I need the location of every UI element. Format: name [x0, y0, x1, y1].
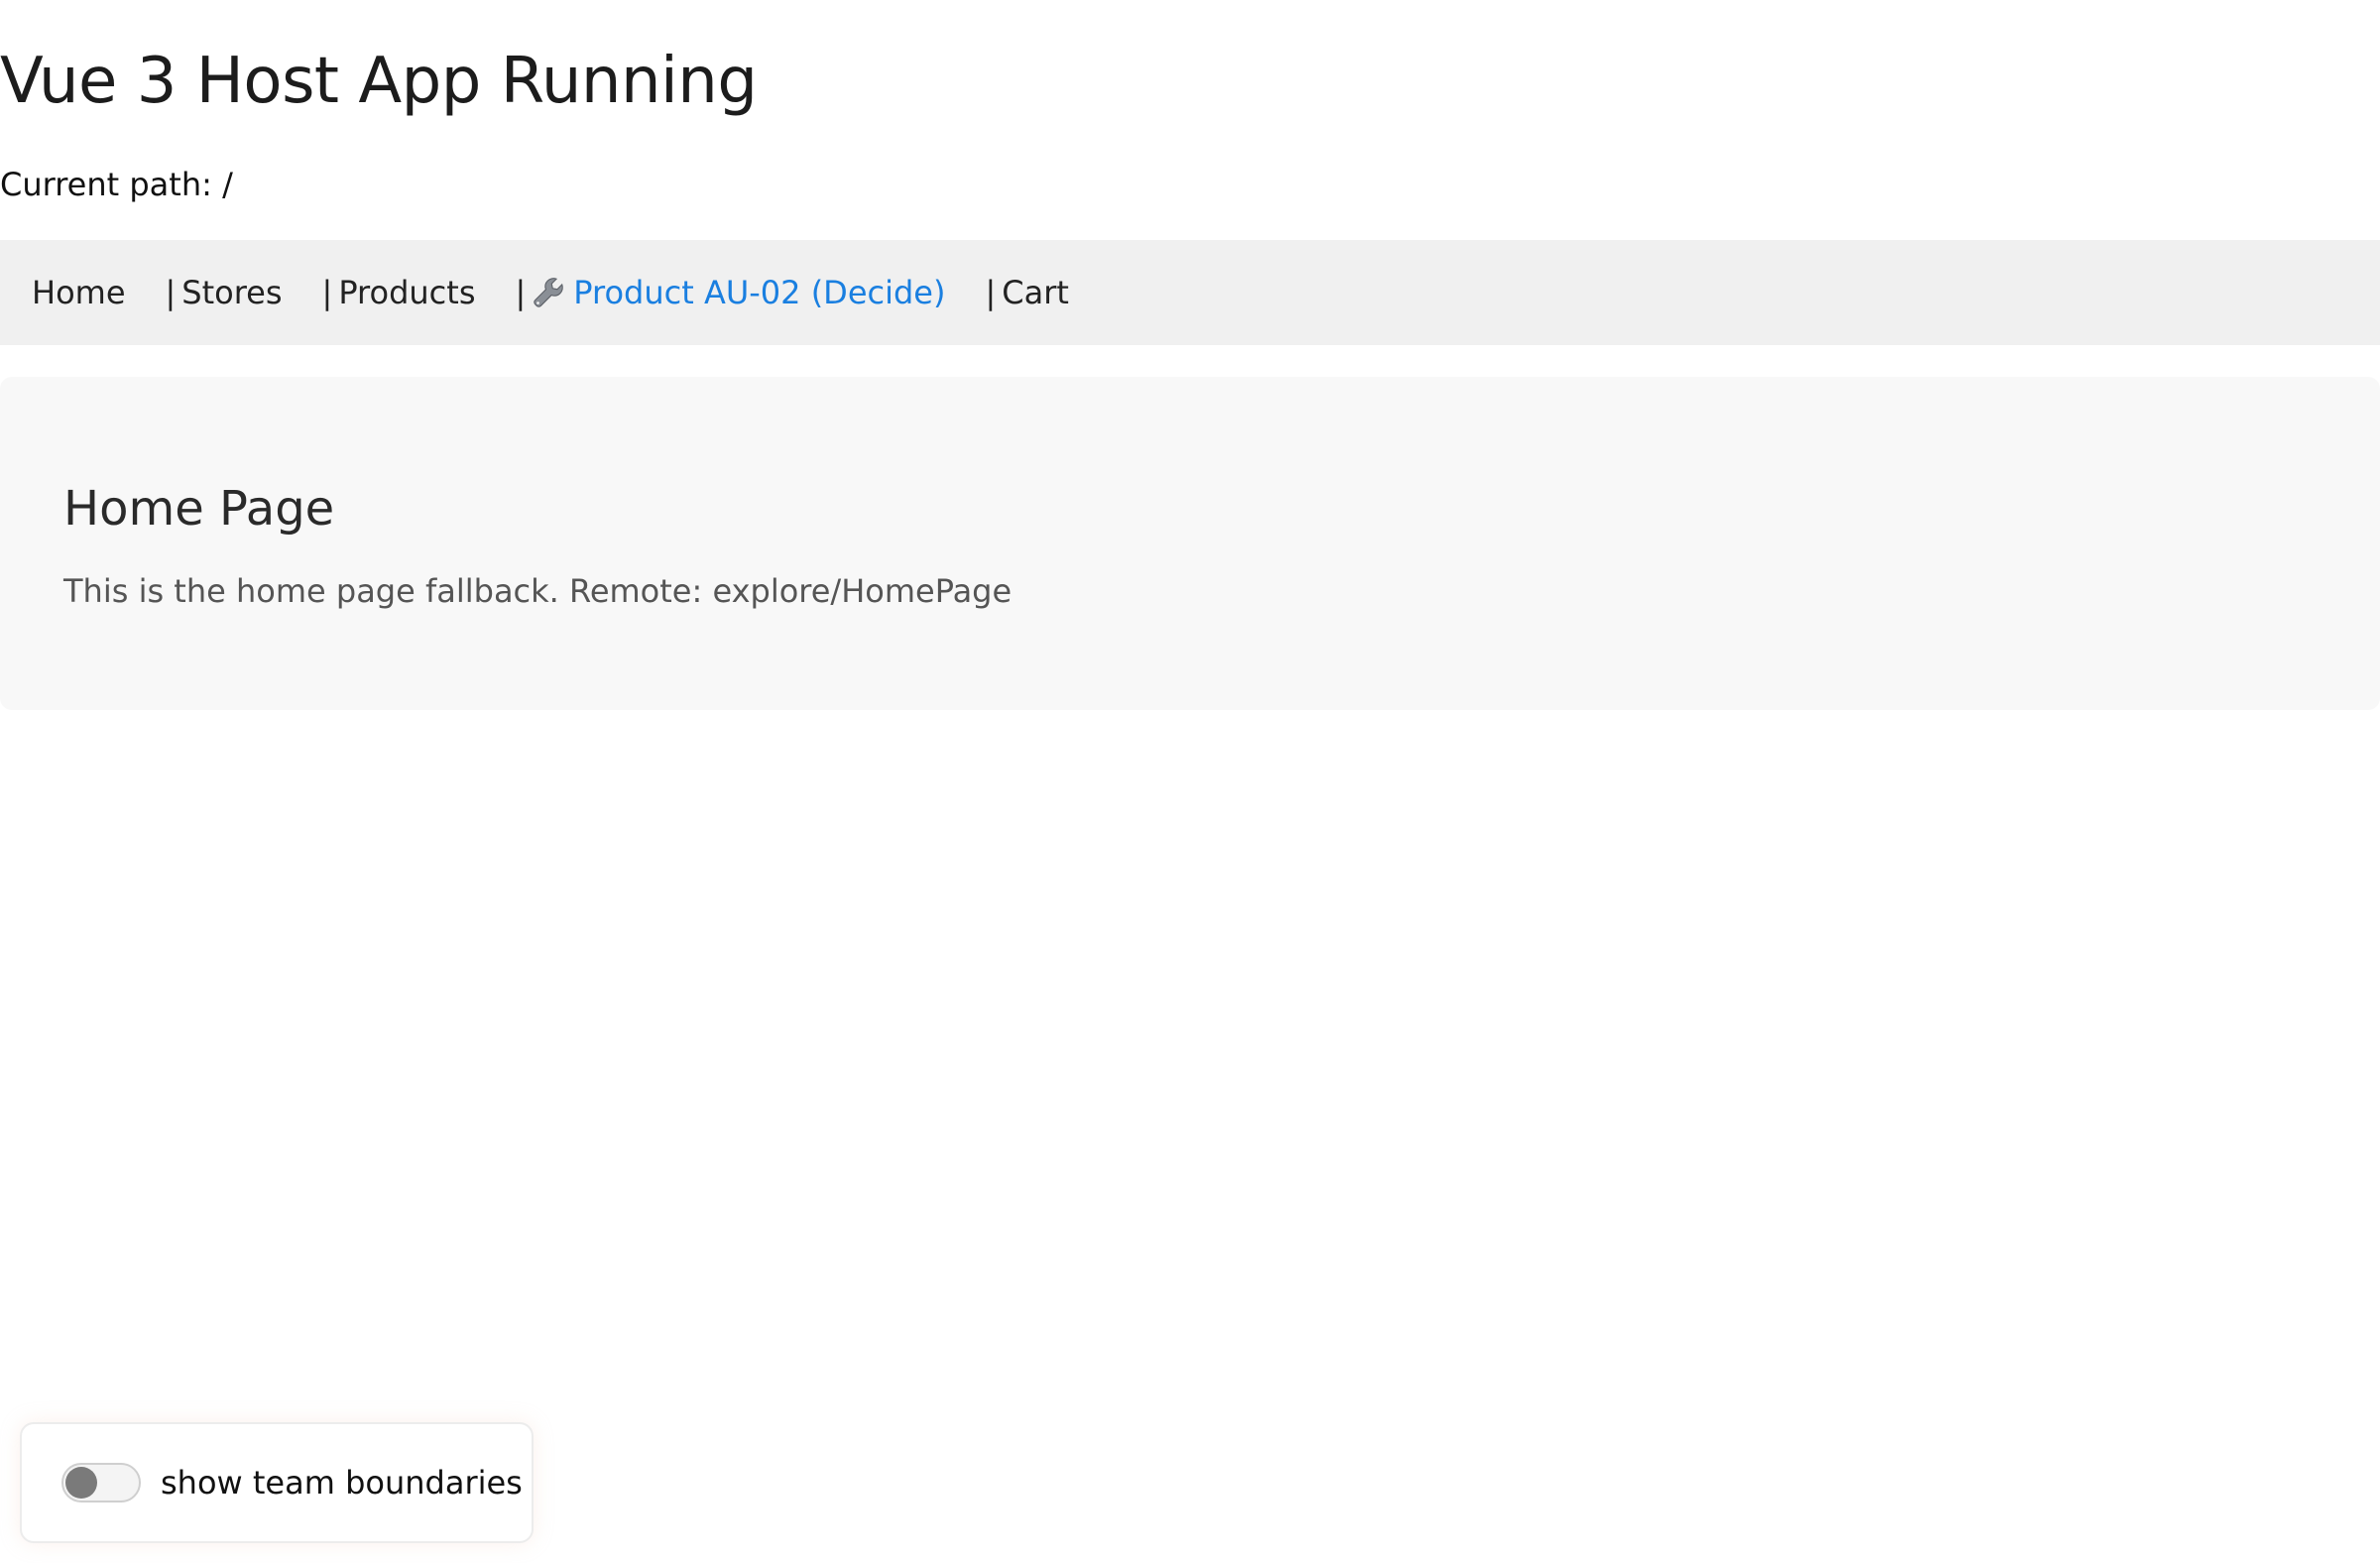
- nav-separator: |: [321, 274, 333, 311]
- nav-link-cart[interactable]: | Cart: [985, 274, 1068, 311]
- nav-separator: |: [165, 274, 177, 311]
- current-path: Current path: /: [0, 166, 233, 203]
- wrench-icon: [532, 276, 565, 309]
- nav-separator: |: [985, 274, 997, 311]
- nav-link-cart-label: Cart: [1002, 274, 1069, 311]
- nav-link-product-au-02-label: Product AU-02 (Decide): [573, 274, 946, 311]
- nav-link-stores[interactable]: | Stores: [166, 274, 283, 311]
- nav-separator: |: [515, 274, 527, 311]
- nav-link-products[interactable]: | Products: [322, 274, 476, 311]
- page-heading: Home Page: [63, 481, 335, 537]
- nav-link-products-label: Products: [338, 274, 476, 311]
- team-boundaries-label[interactable]: show team boundaries: [161, 1464, 523, 1502]
- page-description: This is the home page fallback. Remote: …: [63, 572, 1012, 610]
- nav-bar: Home | Stores | Products | Product AU-02…: [0, 240, 2380, 345]
- nav-link-home-label: Home: [32, 274, 126, 311]
- toggle-knob: [65, 1467, 97, 1499]
- content-card: [0, 377, 2380, 710]
- nav-link-product-au-02[interactable]: | Product AU-02 (Decide): [515, 274, 945, 311]
- app-title: Vue 3 Host App Running: [0, 45, 758, 118]
- nav-link-home[interactable]: Home: [32, 274, 126, 311]
- nav-link-stores-label: Stores: [181, 274, 283, 311]
- team-boundaries-panel: show team boundaries: [20, 1422, 534, 1543]
- team-boundaries-toggle[interactable]: [61, 1463, 141, 1503]
